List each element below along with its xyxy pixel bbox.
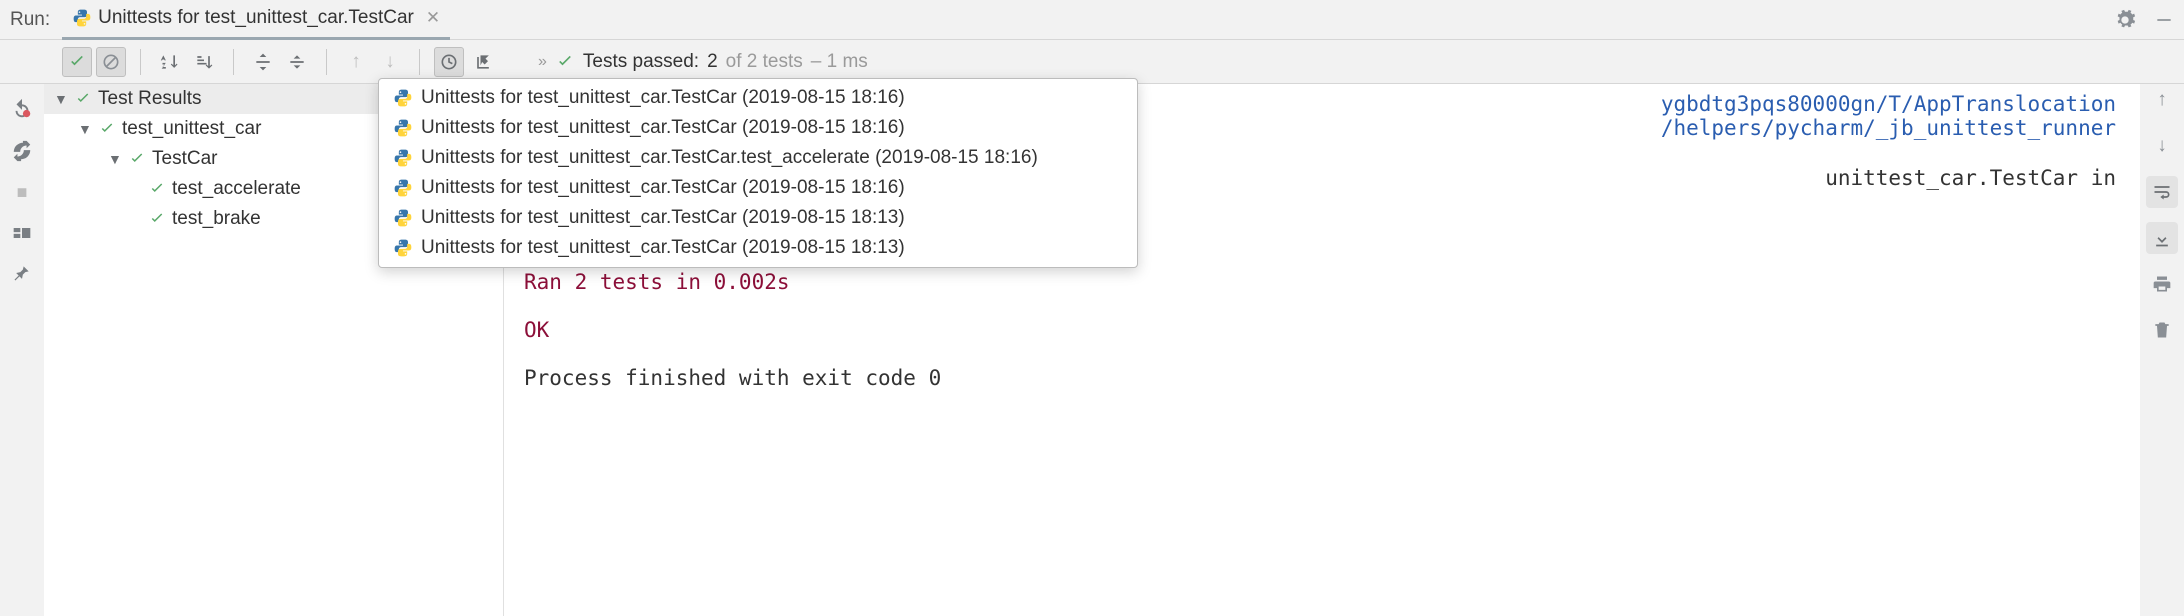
history-item-label: Unittests for test_unittest_car.TestCar … [421,117,905,139]
history-item[interactable]: Unittests for test_unittest_car.TestCar … [379,83,1137,113]
console-ok: OK [524,318,2120,342]
gear-icon[interactable] [2114,9,2136,31]
history-item[interactable]: Unittests for test_unittest_car.TestCar … [379,203,1137,233]
test-history-icon[interactable] [434,47,464,77]
rerun-failed-icon[interactable] [11,98,33,120]
test-summary: » Tests passed: 2 of 2 tests – 1 ms [538,51,868,73]
pin-icon[interactable] [12,263,32,283]
history-item-label: Unittests for test_unittest_car.TestCar … [421,177,905,199]
summary-of: of 2 tests [726,51,803,73]
soft-wrap-icon[interactable] [2146,176,2178,208]
sort-duration-icon[interactable] [189,47,219,77]
show-passed-toggle[interactable] [62,47,92,77]
run-panel-label: Run: [10,9,62,31]
check-icon [74,90,92,108]
stop-icon[interactable]: ■ [17,182,28,203]
chevron-down-icon[interactable]: ▼ [108,151,122,167]
check-icon [98,120,116,138]
import-tests-icon[interactable] [468,47,498,77]
trash-icon[interactable] [2146,314,2178,346]
prev-failed-icon[interactable]: ↑ [341,47,371,77]
console-exit: Process finished with exit code 0 [524,366,2120,390]
collapse-all-icon[interactable] [282,47,312,77]
python-icon [393,178,413,198]
sort-alpha-icon[interactable] [155,47,185,77]
scroll-to-end-icon[interactable] [2146,222,2178,254]
down-arrow-icon[interactable]: ↓ [2146,130,2178,162]
toggle-auto-test-icon[interactable] [11,140,33,162]
history-item[interactable]: Unittests for test_unittest_car.TestCar … [379,233,1137,263]
history-item[interactable]: Unittests for test_unittest_car.TestCar … [379,173,1137,203]
show-ignored-toggle[interactable] [96,47,126,77]
chevron-right-icon: » [538,53,547,71]
print-icon[interactable] [2146,268,2178,300]
chevron-down-icon[interactable]: ▼ [78,121,92,137]
next-failed-icon[interactable]: ↓ [375,47,405,77]
expand-all-icon[interactable] [248,47,278,77]
tree-test-label: test_accelerate [172,178,301,200]
history-item[interactable]: Unittests for test_unittest_car.TestCar.… [379,143,1137,173]
check-icon [148,180,166,198]
history-item[interactable]: Unittests for test_unittest_car.TestCar … [379,113,1137,143]
tree-test-label: test_brake [172,208,261,230]
console-ran: Ran 2 tests in 0.002s [524,270,2120,294]
summary-time: – 1 ms [811,51,868,73]
python-icon [393,148,413,168]
check-icon [128,150,146,168]
summary-prefix: Tests passed: [583,51,699,73]
check-icon [148,210,166,228]
tree-module-label: test_unittest_car [122,118,261,140]
python-icon [393,88,413,108]
history-item-label: Unittests for test_unittest_car.TestCar … [421,207,905,229]
history-item-label: Unittests for test_unittest_car.TestCar … [421,237,905,259]
run-tab-title: Unittests for test_unittest_car.TestCar [98,7,414,29]
tree-class-label: TestCar [152,148,217,170]
python-icon [393,208,413,228]
check-icon [555,52,575,72]
minimize-icon[interactable] [2154,10,2174,30]
close-tab-icon[interactable]: ✕ [426,8,440,28]
up-arrow-icon[interactable]: ↑ [2146,84,2178,116]
layout-icon[interactable] [12,223,32,243]
summary-count: 2 [707,51,718,73]
chevron-down-icon[interactable]: ▼ [54,91,68,107]
python-icon [393,118,413,138]
history-dropdown: Unittests for test_unittest_car.TestCar … [378,78,1138,268]
run-tab[interactable]: Unittests for test_unittest_car.TestCar … [62,0,450,40]
python-icon [72,8,92,28]
tree-root-label: Test Results [98,88,201,110]
python-icon [393,238,413,258]
history-item-label: Unittests for test_unittest_car.TestCar … [421,87,905,109]
history-item-label: Unittests for test_unittest_car.TestCar.… [421,147,1038,169]
